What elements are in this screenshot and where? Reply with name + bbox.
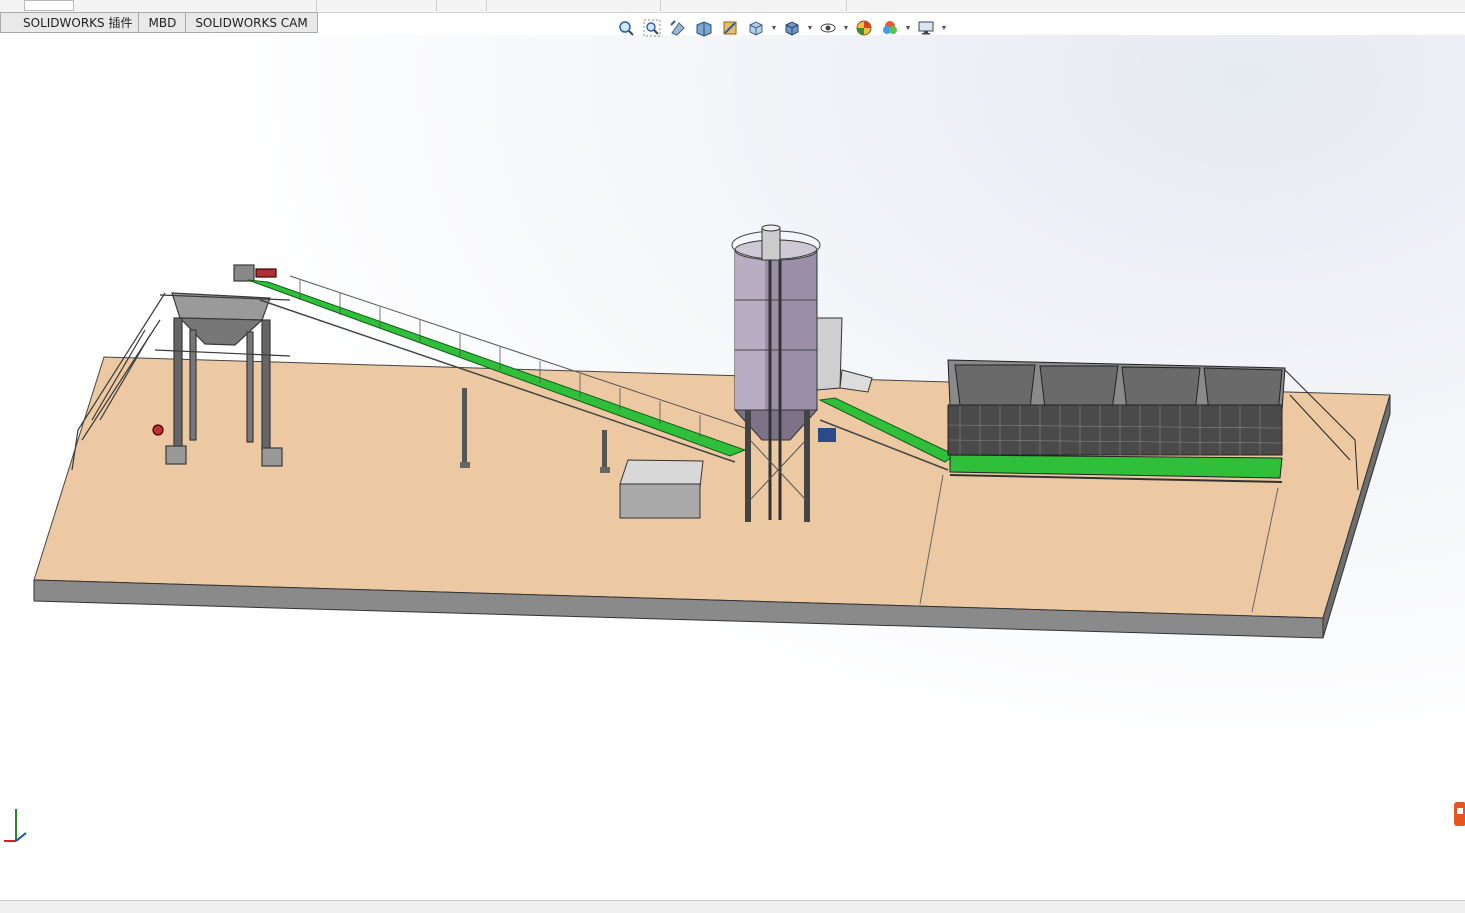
open-storage-bin	[619, 459, 704, 519]
status-bar	[0, 900, 1465, 913]
coordinate-triad	[4, 803, 28, 852]
orientation-corner-icon[interactable]	[1452, 800, 1465, 828]
3d-model-view[interactable]	[0, 0, 1465, 912]
